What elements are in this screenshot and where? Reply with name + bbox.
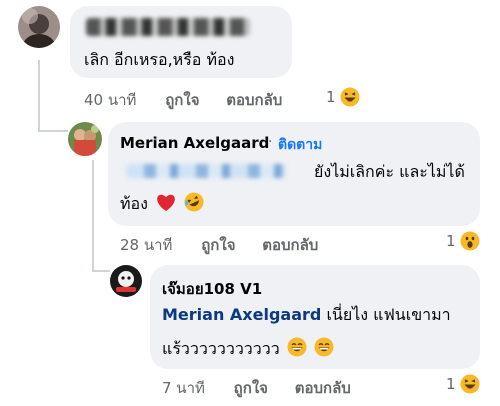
comment-bubble: เจ๊มอย108 V1 Merian Axelgaard เนี่ยไง แฟ… (150, 265, 480, 369)
thread-line (92, 160, 94, 272)
comment-text-line2-wrap: ท้อง (120, 192, 204, 217)
separator-dot: · (268, 134, 273, 150)
comment-text-line1-wrap: Merian Axelgaard เนี่ยไง แฟนเขามา (162, 303, 451, 328)
grinning-emoji-icon (287, 337, 307, 357)
reaction-summary[interactable]: 1 (326, 87, 360, 107)
avatar[interactable] (110, 265, 142, 297)
comment-actions: 40 นาที ถูกใจ ตอบกลับ (84, 88, 304, 112)
rolling-laughing-emoji-icon (184, 192, 204, 212)
haha-reaction-icon (460, 374, 480, 394)
comment-bubble: เลิก อีกเหรอ,หรือ ท้อง (70, 6, 292, 78)
comment-bubble: Merian Axelgaard · ติดตาม ยังไม่เลิกค่ะ … (108, 122, 480, 226)
comment-text-line2: ท้อง (120, 194, 148, 213)
like-button[interactable]: ถูกใจ (234, 376, 268, 400)
avatar-photo-icon (68, 122, 102, 156)
comment-text-line2-wrap: แร้ววววววววววว (162, 337, 334, 362)
comment-author[interactable]: เจ๊มอย108 V1 (162, 277, 262, 301)
avatar[interactable] (68, 122, 102, 156)
thread-line (92, 270, 110, 272)
comment-author[interactable]: Merian Axelgaard (120, 134, 269, 152)
comment-actions: 28 นาที ถูกใจ ตอบกลับ (120, 233, 340, 257)
follow-button[interactable]: ติดตาม (278, 134, 322, 156)
comment-actions: 7 นาที ถูกใจ ตอบกลับ (162, 376, 373, 400)
haha-reaction-icon (340, 87, 360, 107)
avatar[interactable] (18, 6, 60, 48)
like-button[interactable]: ถูกใจ (201, 233, 235, 257)
reaction-count: 1 (446, 232, 456, 250)
red-heart-icon (155, 192, 177, 212)
reaction-summary[interactable]: 1 (446, 374, 480, 394)
comment-text-line1: เนี่ยไง แฟนเขามา (326, 305, 451, 324)
comment-time[interactable]: 7 นาที (162, 376, 205, 400)
comment-text-line2: แร้ววววววววววว (162, 339, 280, 358)
thread-line (38, 60, 40, 132)
reply-button[interactable]: ตอบกลับ (226, 88, 282, 112)
thread-line (38, 130, 68, 132)
wow-reaction-icon (460, 231, 480, 251)
reply-button[interactable]: ตอบกลับ (295, 376, 351, 400)
avatar-photo-icon (110, 265, 142, 297)
grinning-emoji-icon (314, 337, 334, 357)
redacted-text (126, 164, 286, 178)
mention-link[interactable]: Merian Axelgaard (162, 305, 321, 324)
comment-time[interactable]: 28 นาที (120, 233, 172, 257)
reaction-count: 1 (446, 375, 456, 393)
comment-text-line1: ยังไม่เลิกค่ะ และไม่ได้ (314, 162, 465, 181)
author-name-redacted (86, 18, 250, 36)
reply-button[interactable]: ตอบกลับ (262, 233, 318, 257)
avatar-blurred-icon (18, 6, 60, 48)
like-button[interactable]: ถูกใจ (165, 88, 199, 112)
comment-text: เลิก อีกเหรอ,หรือ ท้อง (84, 50, 235, 69)
comment-time[interactable]: 40 นาที (84, 88, 136, 112)
reaction-summary[interactable]: 1 (446, 231, 480, 251)
reaction-count: 1 (326, 88, 336, 106)
